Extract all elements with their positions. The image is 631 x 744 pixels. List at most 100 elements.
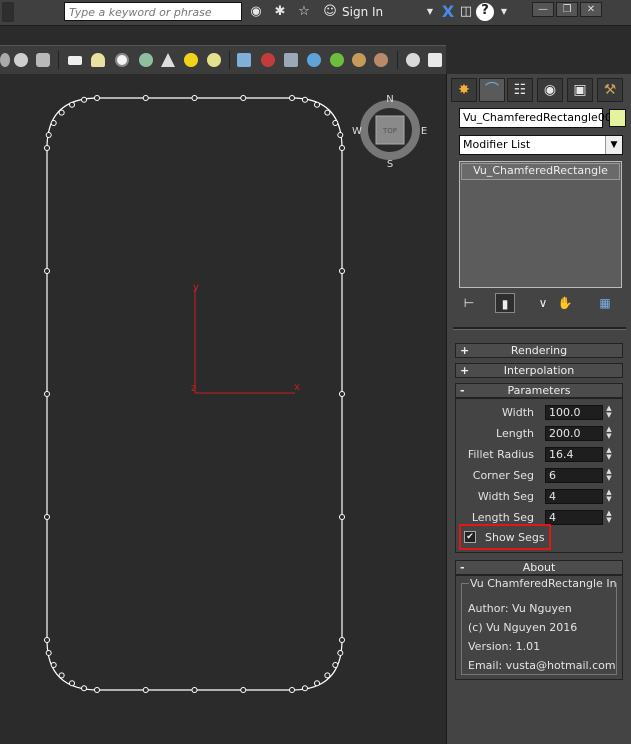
close-button[interactable]: ✕ (580, 2, 602, 17)
viewport-top[interactable]: y x z TOP N S W E (0, 74, 446, 744)
space-warp-icon[interactable] (307, 53, 321, 67)
tape-icon[interactable] (284, 53, 298, 67)
vertex-marker[interactable] (94, 687, 100, 693)
vertex-marker[interactable] (50, 662, 57, 668)
vertex-marker[interactable] (324, 672, 331, 679)
hair-icon[interactable] (352, 53, 366, 67)
vertex-marker[interactable] (289, 687, 295, 693)
vertex-marker[interactable] (337, 132, 344, 139)
layer-icon[interactable] (428, 53, 442, 67)
maximize-button[interactable]: ❐ (556, 2, 578, 17)
search-input[interactable]: Type a keyword or phrase (64, 2, 242, 21)
vertex-marker[interactable] (81, 685, 88, 692)
corner-seg-spinner[interactable]: ▲ ▼ (604, 468, 614, 483)
vertex-marker[interactable] (240, 687, 247, 693)
user-icon[interactable]: ☺ (322, 4, 338, 20)
vertex-marker[interactable] (44, 391, 50, 397)
length-seg-field[interactable]: 4 (545, 510, 603, 525)
satellite-icon[interactable]: ✱ (272, 4, 288, 20)
about-rollout[interactable]: - About (455, 560, 623, 575)
interpolation-rollout[interactable]: + Interpolation (455, 363, 623, 378)
unlink-icon[interactable] (14, 53, 28, 67)
plant-icon[interactable] (330, 53, 344, 67)
configure-modifier-sets-icon[interactable]: ▦ (595, 293, 615, 313)
modify-tab-icon[interactable]: ⌒ (479, 78, 505, 102)
help-icon[interactable]: ? (476, 3, 494, 21)
bind-icon[interactable] (36, 53, 50, 67)
length-spinner[interactable]: ▲ ▼ (604, 426, 614, 441)
vertex-marker[interactable] (332, 662, 339, 668)
object-name-field[interactable]: Vu_ChamferedRectangle001 (459, 108, 619, 128)
plane-icon[interactable] (68, 56, 82, 65)
vertex-marker[interactable] (58, 109, 65, 116)
vertex-marker[interactable] (45, 649, 52, 656)
vertex-marker[interactable] (324, 109, 331, 116)
fillet-radius-spinner[interactable]: ▲ ▼ (604, 447, 614, 462)
vertex-marker[interactable] (339, 514, 345, 520)
vertex-marker[interactable] (339, 268, 345, 274)
torus-icon[interactable] (139, 53, 153, 67)
fillet-radius-field[interactable]: 16.4 (545, 447, 603, 462)
vertex-marker[interactable] (314, 680, 320, 687)
particle-icon[interactable] (261, 53, 275, 67)
cart-icon[interactable]: ◫ (458, 4, 474, 20)
vertex-marker[interactable] (58, 672, 65, 679)
vertex-marker[interactable] (289, 95, 295, 101)
star-icon[interactable]: ☆ (296, 4, 312, 20)
length-field[interactable]: 200.0 (545, 426, 603, 441)
help-dropdown-icon[interactable]: ▼ (496, 4, 512, 20)
sun-light-icon[interactable] (184, 53, 198, 67)
vertex-marker[interactable] (314, 101, 320, 108)
sign-in-dropdown-icon[interactable]: ▼ (422, 4, 438, 20)
vertex-marker[interactable] (81, 96, 88, 103)
grid-icon[interactable] (237, 53, 251, 67)
cone-icon[interactable] (161, 53, 175, 67)
width-field[interactable]: 100.0 (545, 405, 603, 420)
vertex-marker[interactable] (50, 120, 57, 126)
utilities-tab-icon[interactable]: ⚒ (597, 78, 623, 102)
vertex-marker[interactable] (94, 95, 100, 101)
vertex-marker[interactable] (339, 391, 345, 397)
vertex-marker[interactable] (45, 132, 52, 139)
object-color-swatch[interactable] (609, 109, 626, 127)
show-segs-label[interactable]: Show Segs (485, 531, 545, 544)
hemisphere-icon[interactable] (91, 53, 105, 67)
chevron-down-icon[interactable]: ▼ (605, 136, 622, 154)
link-icon[interactable] (0, 53, 10, 67)
modifier-stack[interactable]: Vu_ChamferedRectangle (459, 161, 622, 288)
width-seg-field[interactable]: 4 (545, 489, 603, 504)
display-tab-icon[interactable]: ▣ (567, 78, 593, 102)
vertex-marker[interactable] (44, 145, 50, 151)
show-segs-checkbox[interactable]: ✔ (464, 531, 476, 543)
pin-stack-icon[interactable]: ⊢ (459, 293, 479, 313)
vertex-marker[interactable] (301, 685, 308, 692)
stack-item[interactable]: Vu_ChamferedRectangle (461, 163, 620, 180)
make-unique-icon[interactable]: ∨ (533, 293, 553, 313)
show-end-result-icon[interactable]: ▮ (495, 293, 515, 313)
vertex-marker[interactable] (339, 145, 345, 151)
vertex-marker[interactable] (191, 687, 198, 693)
vertex-marker[interactable] (142, 95, 149, 101)
corner-seg-field[interactable]: 6 (545, 468, 603, 483)
binoculars-icon[interactable]: ◉ (248, 4, 264, 20)
vertex-marker[interactable] (44, 514, 50, 520)
minimize-button[interactable]: — (532, 2, 554, 17)
chamfered-rectangle-shape[interactable] (46, 97, 343, 691)
exchange-icon[interactable]: X (440, 4, 456, 20)
vertex-marker[interactable] (240, 95, 247, 101)
vertex-marker[interactable] (191, 95, 198, 101)
width-seg-spinner[interactable]: ▲ ▼ (604, 489, 614, 504)
remove-modifier-icon[interactable]: ✋ (555, 293, 575, 313)
vertex-marker[interactable] (69, 101, 75, 108)
width-spinner[interactable]: ▲ ▼ (604, 405, 614, 420)
vertex-marker[interactable] (44, 268, 50, 274)
motion-tab-icon[interactable]: ◉ (537, 78, 563, 102)
vertex-marker[interactable] (339, 637, 345, 643)
sphere-icon[interactable] (115, 53, 129, 67)
vertex-marker[interactable] (337, 649, 344, 656)
vertex-marker[interactable] (332, 120, 339, 126)
length-seg-spinner[interactable]: ▲ ▼ (604, 510, 614, 525)
sign-in-button[interactable]: Sign In (342, 5, 383, 19)
parameters-rollout[interactable]: - Parameters (455, 383, 623, 398)
material-sphere-icon[interactable] (406, 53, 420, 67)
